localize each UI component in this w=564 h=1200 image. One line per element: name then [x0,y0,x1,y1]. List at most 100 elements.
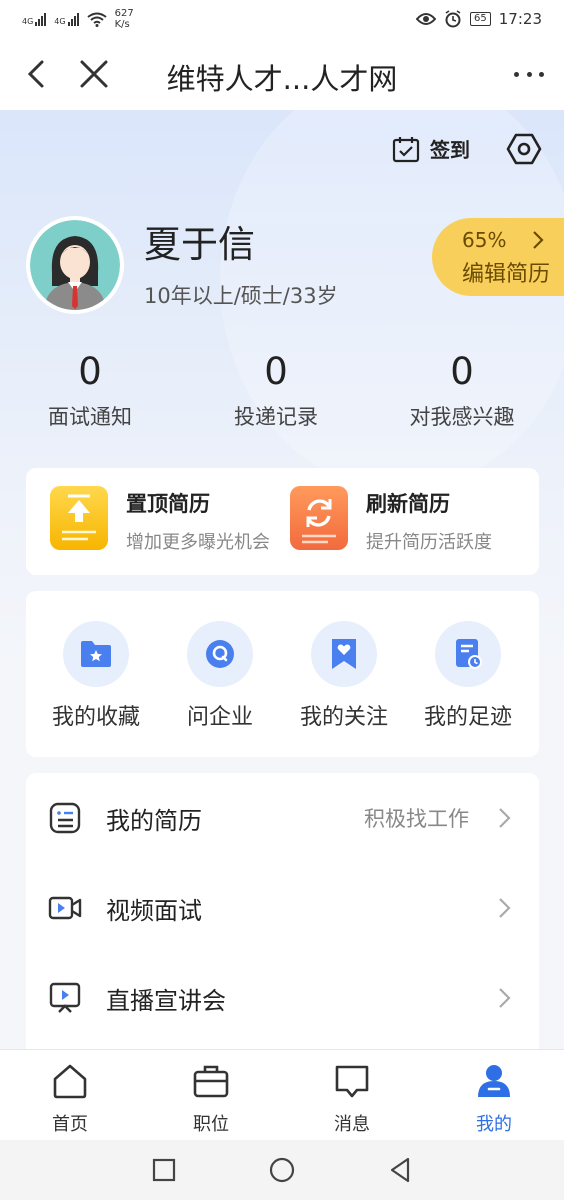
promo-title: 刷新简历 [366,492,450,516]
avatar[interactable] [26,216,124,314]
system-nav-bar [0,1140,564,1200]
promo-card: 置顶简历 增加更多曝光机会 刷新简历 提升简历活跃度 [26,468,539,575]
battery-level: 65 [470,12,491,26]
status-bar: 4G 4G 627 K/s 65 17:23 [0,0,564,38]
signal-bars-1-icon [35,12,47,26]
tab-jobs[interactable]: 职位 [171,1062,251,1136]
tab-home[interactable]: 首页 [30,1062,110,1136]
menu-label: 我的简历 [106,806,202,835]
recent-apps-icon[interactable] [150,1156,178,1184]
speed-unit: K/s [114,19,130,30]
eye-icon [416,13,437,25]
hexagon-settings-icon[interactable] [506,132,542,166]
chevron-right-icon [499,808,511,828]
resume-completion: 65% [462,228,507,252]
signal-2: 4G [54,12,79,26]
menu-item-video-interview[interactable]: 视频面试 [26,863,539,953]
tab-me[interactable]: 我的 [454,1062,534,1136]
stat-label: 投递记录 [234,405,318,429]
stats-row: 0 面试通知 0 投递记录 0 对我感兴趣 [0,350,564,450]
job-status-value: 积极找工作 [364,807,469,831]
quick-following[interactable]: 我的关注 [280,621,408,731]
signal-1: 4G [22,12,47,26]
user-icon [478,1065,510,1097]
alarm-icon [445,10,461,28]
network-type-2: 4G [54,17,66,26]
checkin-label: 签到 [430,138,470,162]
video-camera-icon [48,896,82,920]
quick-footprints[interactable]: 我的足迹 [404,621,532,731]
close-icon[interactable] [78,58,110,90]
tab-messages[interactable]: 消息 [312,1062,392,1136]
bookmark-heart-icon [311,621,377,687]
network-type-1: 4G [22,17,34,26]
stat-applications[interactable]: 0 投递记录 [186,350,366,431]
stat-interview[interactable]: 0 面试通知 [0,350,180,431]
user-info: 10年以上/硕士/33岁 [144,284,338,308]
bottom-tab-bar: 首页 职位 消息 我的 [0,1049,564,1140]
menu-label: 视频面试 [106,896,202,925]
home-circle-icon[interactable] [268,1156,296,1184]
more-dot [526,71,532,77]
quick-actions-card: 我的收藏 问企业 我的关注 我的足迹 [26,591,539,757]
promo-text: 刷新简历 提升简历活跃度 [366,488,492,554]
promo-subtitle: 提升简历活跃度 [366,532,492,553]
stat-label: 面试通知 [48,405,132,429]
quick-label: 我的关注 [299,705,388,730]
checkin-button[interactable]: 签到 [392,134,470,163]
promo-pin-resume[interactable]: 置顶简历 增加更多曝光机会 [50,486,270,554]
tab-label: 我的 [476,1114,512,1135]
back-triangle-icon[interactable] [386,1156,414,1184]
quick-label: 我的收藏 [51,705,140,730]
folder-star-icon [63,621,129,687]
back-chevron-icon[interactable] [22,56,50,92]
network-speed: 627 K/s [115,8,134,30]
nav-bar: 维特人才...人才网 [0,38,564,110]
more-dot [539,71,544,77]
pin-top-icon [50,486,108,550]
calendar-check-icon [392,136,420,162]
promo-title: 置顶简历 [126,492,210,516]
menu-card: 我的简历 积极找工作 视频面试 直播宣讲会 [26,773,539,1063]
stat-label: 对我感兴趣 [409,405,515,429]
briefcase-icon [193,1065,229,1098]
refresh-icon [290,486,348,550]
menu-label: 直播宣讲会 [106,986,226,1015]
wifi-icon [86,12,107,27]
stat-value: 0 [264,350,288,393]
speed-value: 627 [114,8,134,19]
clock-time: 17:23 [498,10,542,28]
user-name: 夏于信 [144,223,255,266]
stat-value: 0 [78,350,102,393]
quick-favorites[interactable]: 我的收藏 [32,621,160,731]
more-dot [514,71,519,77]
stat-value: 0 [450,350,474,393]
quick-ask-company[interactable]: 问企业 [156,621,284,731]
chevron-right-icon [499,988,511,1008]
chat-bubble-icon [187,621,253,687]
page-title: 维特人才...人才网 [166,62,398,96]
edit-resume-button[interactable]: 65% 编辑简历 [432,218,564,296]
more-dots-icon[interactable] [514,62,544,86]
promo-text: 置顶简历 增加更多曝光机会 [126,488,270,554]
promo-refresh-resume[interactable]: 刷新简历 提升简历活跃度 [290,486,492,554]
chevron-right-icon [499,898,511,918]
home-icon [53,1064,87,1099]
edit-resume-label: 编辑简历 [462,262,551,287]
quick-label: 问企业 [186,705,253,730]
menu-item-my-resume[interactable]: 我的简历 积极找工作 [26,773,539,863]
avatar-image [30,220,120,310]
stat-interested[interactable]: 0 对我感兴趣 [372,350,552,431]
quick-label: 我的足迹 [423,705,512,730]
document-clock-icon [435,621,501,687]
live-screen-icon [49,982,81,1013]
menu-item-live-session[interactable]: 直播宣讲会 [26,953,539,1043]
status-left: 4G 4G 627 K/s [22,8,134,30]
profile-header: 签到 夏于信 10年以上/硕士/33岁 65% 编辑简历 0 面试通知 0 投递… [0,110,564,670]
promo-subtitle: 增加更多曝光机会 [126,532,270,553]
chevron-right-icon [533,231,544,249]
signal-bars-2-icon [67,12,79,26]
tab-label: 职位 [193,1114,229,1135]
tab-label: 消息 [334,1114,370,1135]
message-icon [335,1065,369,1098]
